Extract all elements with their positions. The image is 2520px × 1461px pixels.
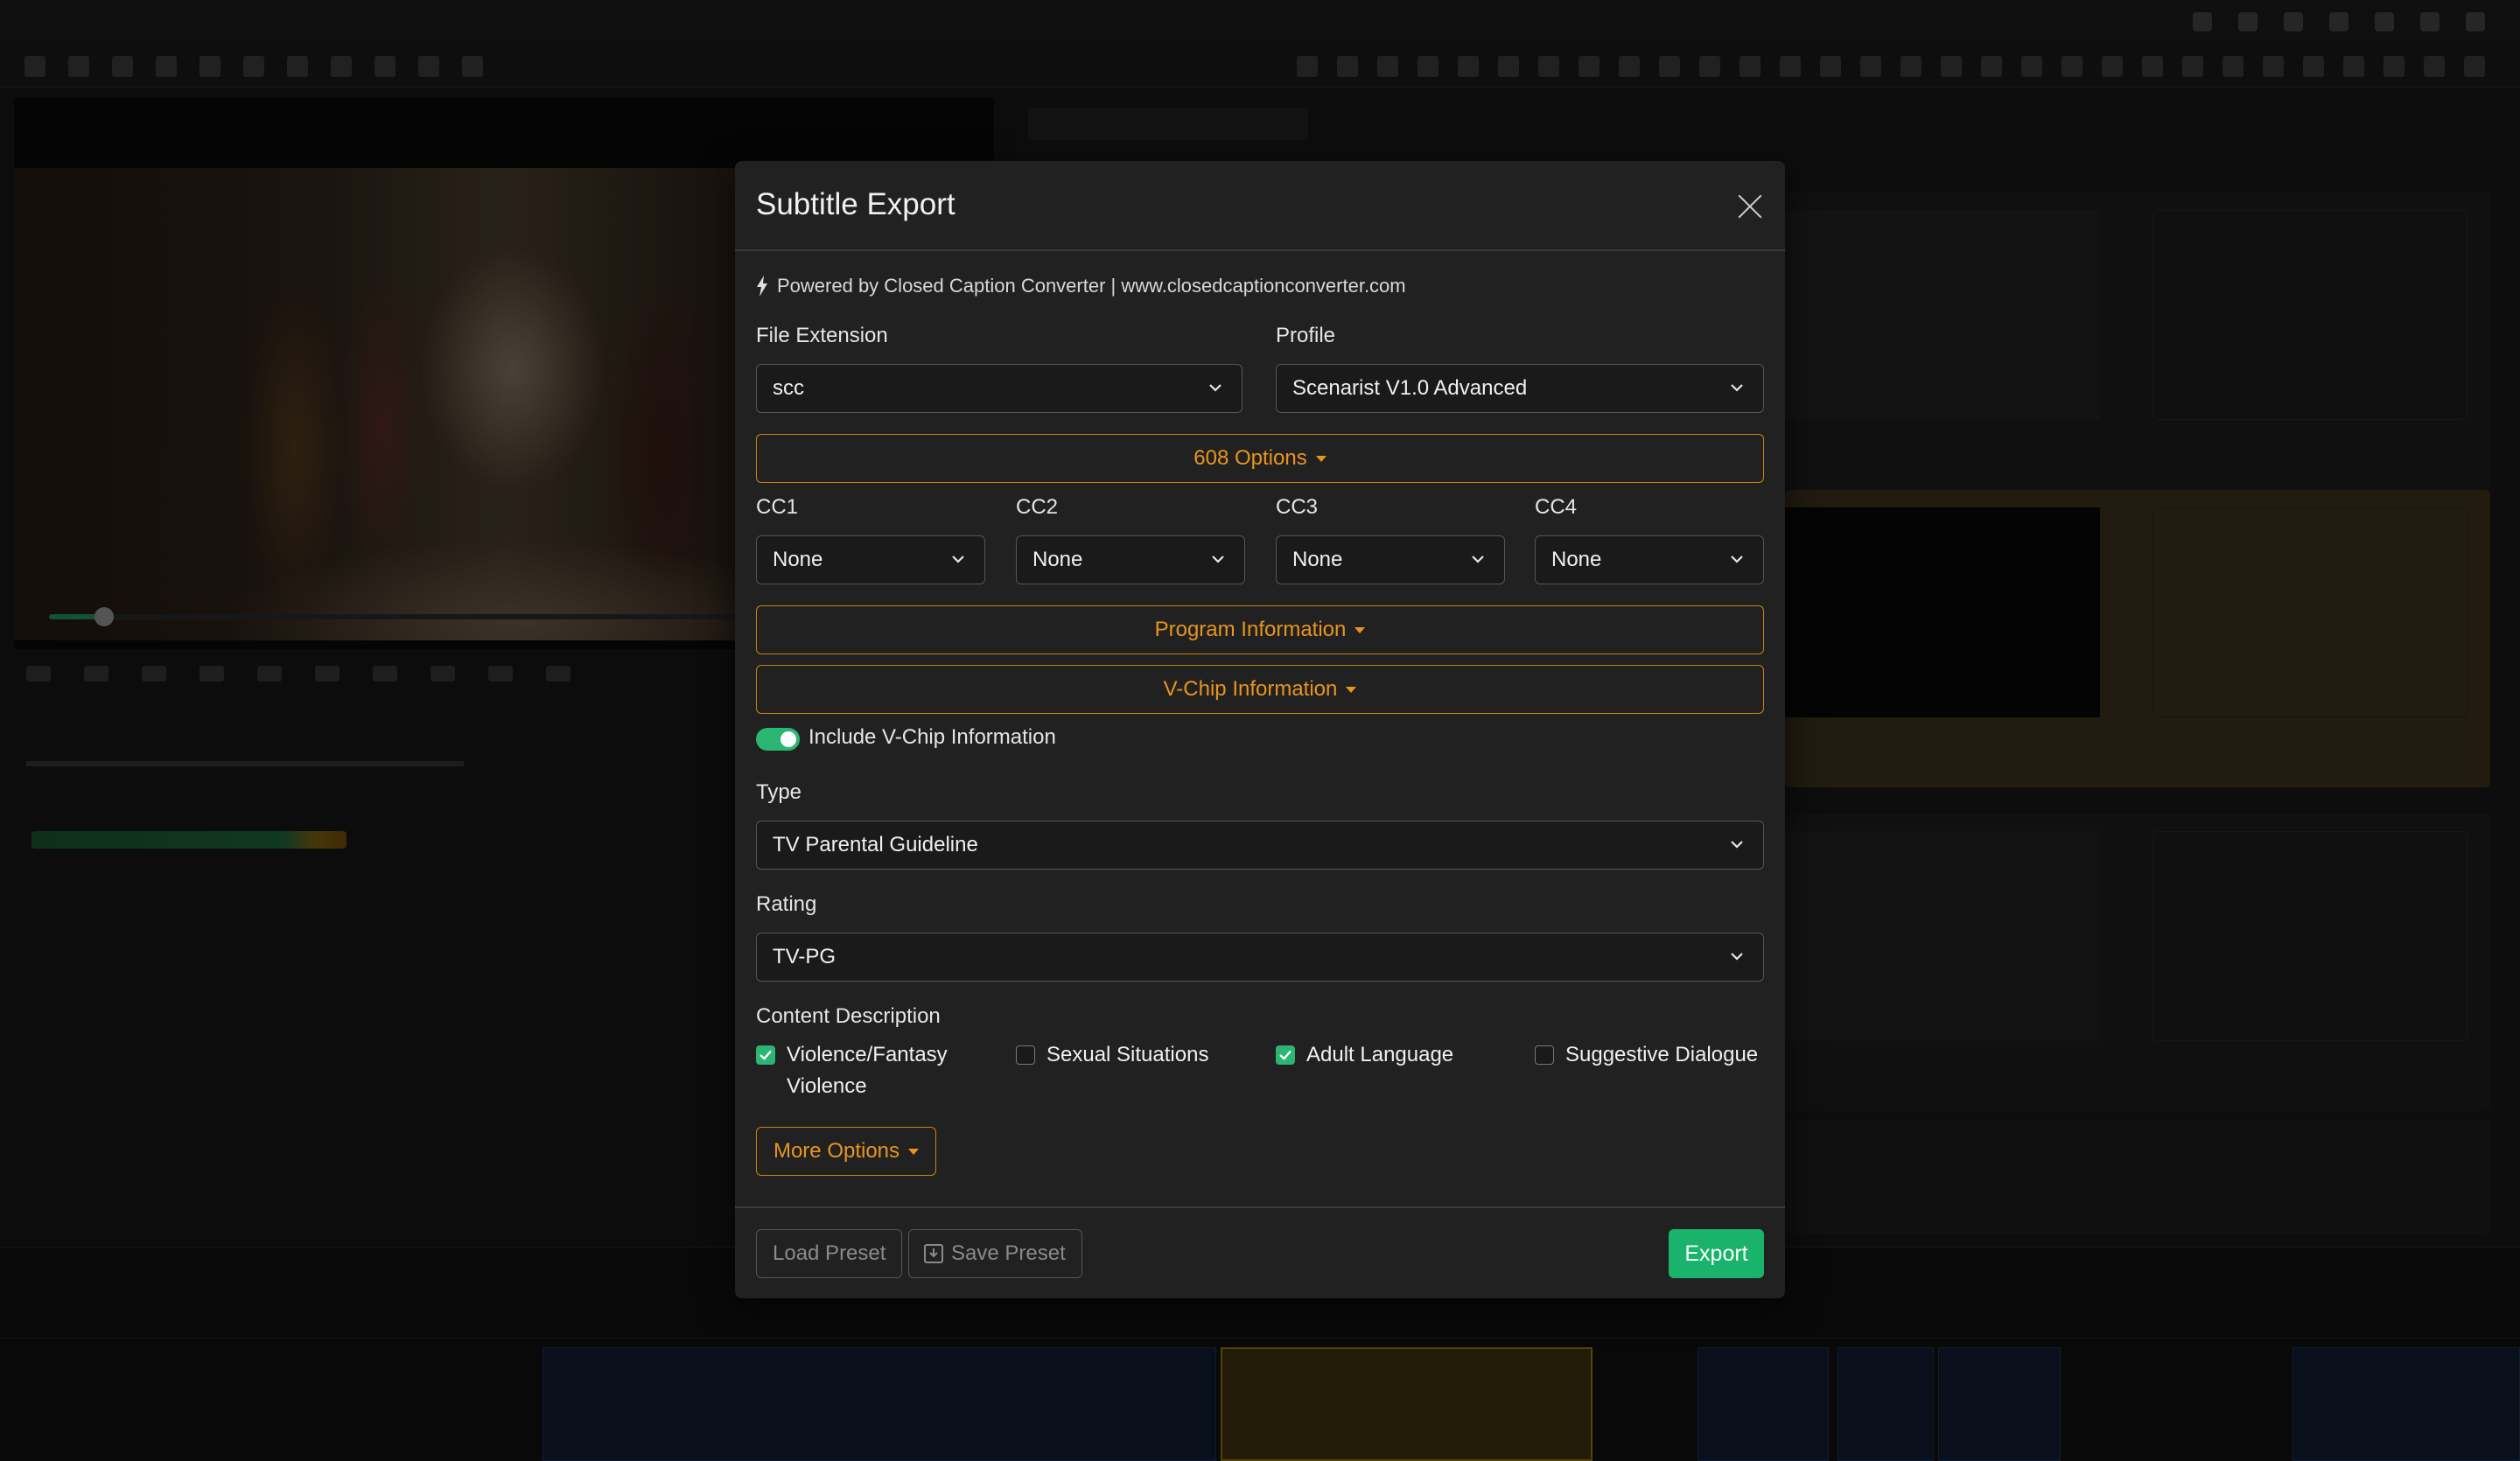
suggestive-dialogue-checkbox[interactable] bbox=[1535, 1045, 1554, 1065]
violence-label-line2: Violence bbox=[787, 1074, 867, 1098]
chevron-down-icon bbox=[1731, 841, 1743, 849]
cc3-select[interactable]: None bbox=[1276, 535, 1505, 584]
export-label: Export bbox=[1684, 1241, 1748, 1266]
type-select[interactable]: TV Parental Guideline bbox=[756, 821, 1764, 870]
cc2-value: None bbox=[1032, 548, 1083, 571]
chevron-down-icon bbox=[1472, 556, 1484, 563]
chevron-down-icon bbox=[1209, 384, 1222, 392]
save-preset-button[interactable]: Save Preset bbox=[908, 1229, 1082, 1278]
608-options-label: 608 Options bbox=[1194, 446, 1307, 470]
checkmark-icon bbox=[760, 1050, 772, 1060]
cc4-select[interactable]: None bbox=[1535, 535, 1764, 584]
content-description-label: Content Description bbox=[756, 1004, 941, 1028]
save-preset-label: Save Preset bbox=[951, 1241, 1066, 1265]
powered-by-text: Powered by Closed Caption Converter | ww… bbox=[777, 275, 1406, 297]
sexual-situations-label: Sexual Situations bbox=[1046, 1043, 1209, 1066]
include-vchip-toggle[interactable] bbox=[756, 728, 800, 751]
more-options-button[interactable]: More Options bbox=[756, 1127, 936, 1176]
rating-select[interactable]: TV-PG bbox=[756, 933, 1764, 982]
cc1-select[interactable]: None bbox=[756, 535, 985, 584]
608-options-toggle[interactable]: 608 Options bbox=[756, 434, 1764, 483]
chevron-down-icon bbox=[1731, 953, 1743, 961]
caret-down-icon bbox=[1346, 686, 1357, 693]
violence-label-line1: Violence/Fantasy bbox=[787, 1043, 948, 1066]
violence-checkbox[interactable] bbox=[756, 1045, 775, 1065]
save-icon bbox=[924, 1244, 943, 1263]
export-button[interactable]: Export bbox=[1669, 1229, 1764, 1278]
close-icon[interactable] bbox=[1734, 191, 1766, 222]
checkmark-icon bbox=[1279, 1050, 1292, 1060]
caret-down-icon bbox=[908, 1148, 920, 1155]
file-extension-value: scc bbox=[773, 376, 804, 400]
suggestive-dialogue-label: Suggestive Dialogue bbox=[1565, 1043, 1759, 1066]
file-extension-select[interactable]: scc bbox=[756, 364, 1242, 413]
vchip-information-label: V-Chip Information bbox=[1163, 677, 1338, 701]
powered-by-note: Powered by Closed Caption Converter | ww… bbox=[756, 275, 1406, 297]
adult-language-label: Adult Language bbox=[1306, 1043, 1454, 1066]
dialog-footer-divider bbox=[735, 1206, 1785, 1208]
file-extension-label: File Extension bbox=[756, 324, 888, 347]
caret-down-icon bbox=[1315, 455, 1326, 462]
type-label: Type bbox=[756, 780, 802, 804]
program-information-label: Program Information bbox=[1154, 618, 1347, 641]
subtitle-export-dialog: Subtitle Export Powered by Closed Captio… bbox=[735, 161, 1785, 1298]
chevron-down-icon bbox=[1731, 556, 1743, 563]
adult-language-checkbox[interactable] bbox=[1276, 1045, 1295, 1065]
chevron-down-icon bbox=[952, 556, 964, 563]
chevron-down-icon bbox=[1731, 384, 1743, 392]
bolt-icon bbox=[757, 276, 767, 297]
profile-label: Profile bbox=[1276, 324, 1336, 347]
more-options-label: More Options bbox=[773, 1139, 900, 1163]
program-information-toggle[interactable]: Program Information bbox=[756, 605, 1764, 654]
rating-label: Rating bbox=[756, 892, 817, 916]
load-preset-button[interactable]: Load Preset bbox=[756, 1229, 903, 1278]
cc3-value: None bbox=[1292, 548, 1343, 571]
profile-value: Scenarist V1.0 Advanced bbox=[1292, 376, 1528, 400]
cc1-label: CC1 bbox=[756, 495, 799, 519]
chevron-down-icon bbox=[1212, 556, 1224, 563]
cc1-value: None bbox=[773, 548, 823, 571]
type-value: TV Parental Guideline bbox=[773, 833, 978, 856]
sexual-situations-checkbox[interactable] bbox=[1016, 1045, 1035, 1065]
profile-select[interactable]: Scenarist V1.0 Advanced bbox=[1276, 364, 1764, 413]
load-preset-label: Load Preset bbox=[773, 1241, 886, 1265]
include-vchip-label: Include V-Chip Information bbox=[808, 725, 1056, 749]
cc4-value: None bbox=[1551, 548, 1602, 571]
cc3-label: CC3 bbox=[1276, 495, 1319, 519]
dialog-title: Subtitle Export bbox=[756, 187, 956, 221]
vchip-information-toggle[interactable]: V-Chip Information bbox=[756, 665, 1764, 714]
rating-value: TV-PG bbox=[773, 945, 836, 968]
cc2-label: CC2 bbox=[1016, 495, 1059, 519]
cc2-select[interactable]: None bbox=[1016, 535, 1245, 584]
dialog-header: Subtitle Export bbox=[735, 161, 1785, 251]
cc4-label: CC4 bbox=[1535, 495, 1578, 519]
caret-down-icon bbox=[1354, 626, 1366, 633]
